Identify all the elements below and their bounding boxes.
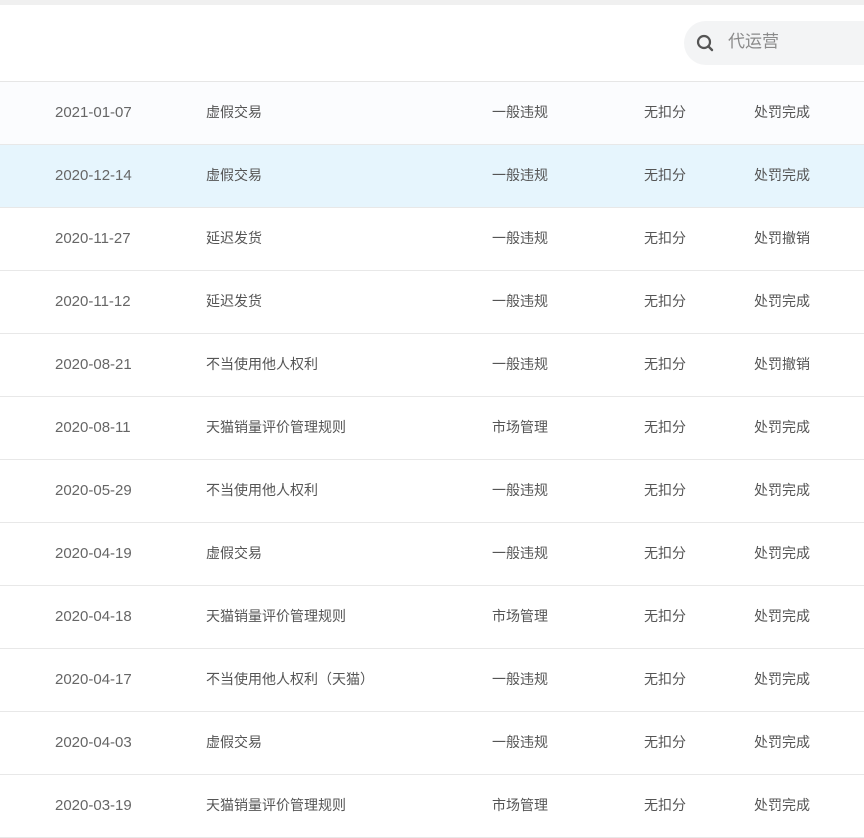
violation-reason: 虚假交易 bbox=[206, 735, 262, 751]
table-row[interactable]: 2020-11-12 延迟发货 一般违规 无扣分 处罚完成 bbox=[0, 271, 864, 334]
record-date: 2020-11-12 bbox=[55, 293, 131, 310]
violation-reason: 不当使用他人权利 bbox=[206, 483, 318, 499]
penalty-status: 处罚完成 bbox=[754, 735, 810, 751]
deduction-score: 无扣分 bbox=[644, 357, 686, 373]
deduction-score: 无扣分 bbox=[644, 420, 686, 436]
violation-type: 一般违规 bbox=[492, 672, 548, 688]
violation-reason: 虚假交易 bbox=[206, 546, 262, 562]
penalty-status: 处罚完成 bbox=[754, 105, 810, 121]
penalty-status: 处罚完成 bbox=[754, 672, 810, 688]
table-row[interactable]: 2020-08-11 天猫销量评价管理规则 市场管理 无扣分 处罚完成 bbox=[0, 397, 864, 460]
deduction-score: 无扣分 bbox=[644, 546, 686, 562]
search-input[interactable] bbox=[728, 30, 864, 54]
penalty-status: 处罚撤销 bbox=[754, 231, 810, 247]
deduction-score: 无扣分 bbox=[644, 609, 686, 625]
violation-type: 一般违规 bbox=[492, 735, 548, 751]
violation-reason: 虚假交易 bbox=[206, 168, 262, 184]
deduction-score: 无扣分 bbox=[644, 483, 686, 499]
table-row[interactable]: 2020-04-19 虚假交易 一般违规 无扣分 处罚完成 bbox=[0, 523, 864, 586]
deduction-score: 无扣分 bbox=[644, 672, 686, 688]
deduction-score: 无扣分 bbox=[644, 231, 686, 247]
table-row[interactable]: 2020-04-18 天猫销量评价管理规则 市场管理 无扣分 处罚完成 bbox=[0, 586, 864, 649]
record-date: 2020-03-19 bbox=[55, 797, 132, 814]
penalty-status: 处罚完成 bbox=[754, 168, 810, 184]
table-row[interactable]: 2021-01-07 虚假交易 一般违规 无扣分 处罚完成 bbox=[0, 82, 864, 145]
violation-type: 市场管理 bbox=[492, 609, 548, 625]
violation-type: 市场管理 bbox=[492, 798, 548, 814]
violation-type: 一般违规 bbox=[492, 105, 548, 121]
violation-type: 一般违规 bbox=[492, 294, 548, 310]
violation-reason: 不当使用他人权利 bbox=[206, 357, 318, 373]
table-header-bar bbox=[0, 5, 864, 82]
penalty-status: 处罚完成 bbox=[754, 420, 810, 436]
record-date: 2020-11-27 bbox=[55, 230, 131, 247]
table-row[interactable]: 2020-11-27 延迟发货 一般违规 无扣分 处罚撤销 bbox=[0, 208, 864, 271]
table-row[interactable]: 2020-03-19 天猫销量评价管理规则 市场管理 无扣分 处罚完成 bbox=[0, 775, 864, 838]
table-row[interactable]: 2020-04-03 虚假交易 一般违规 无扣分 处罚完成 bbox=[0, 712, 864, 775]
violation-reason: 天猫销量评价管理规则 bbox=[206, 609, 346, 625]
record-date: 2020-04-18 bbox=[55, 608, 132, 625]
violation-type: 一般违规 bbox=[492, 168, 548, 184]
table-row[interactable]: 2020-05-29 不当使用他人权利 一般违规 无扣分 处罚完成 bbox=[0, 460, 864, 523]
penalty-status: 处罚完成 bbox=[754, 294, 810, 310]
violation-reason: 天猫销量评价管理规则 bbox=[206, 798, 346, 814]
deduction-score: 无扣分 bbox=[644, 105, 686, 121]
record-date: 2020-04-17 bbox=[55, 671, 132, 688]
deduction-score: 无扣分 bbox=[644, 798, 686, 814]
record-date: 2020-04-03 bbox=[55, 734, 132, 751]
deduction-score: 无扣分 bbox=[644, 294, 686, 310]
violation-type: 一般违规 bbox=[492, 357, 548, 373]
table-row[interactable]: 2020-08-21 不当使用他人权利 一般违规 无扣分 处罚撤销 bbox=[0, 334, 864, 397]
violation-type: 市场管理 bbox=[492, 420, 548, 436]
violation-type: 一般违规 bbox=[492, 231, 548, 247]
record-date: 2020-08-21 bbox=[55, 356, 132, 373]
penalty-status: 处罚完成 bbox=[754, 798, 810, 814]
record-date: 2021-01-07 bbox=[55, 104, 132, 121]
record-date: 2020-08-11 bbox=[55, 419, 131, 436]
penalty-status: 处罚撤销 bbox=[754, 357, 810, 373]
record-date: 2020-12-14 bbox=[55, 167, 132, 184]
violation-reason: 虚假交易 bbox=[206, 105, 262, 121]
violation-type: 一般违规 bbox=[492, 546, 548, 562]
penalty-status: 处罚完成 bbox=[754, 483, 810, 499]
violation-reason: 不当使用他人权利（天猫） bbox=[206, 672, 374, 688]
deduction-score: 无扣分 bbox=[644, 735, 686, 751]
search-icon[interactable] bbox=[696, 34, 714, 52]
record-date: 2020-04-19 bbox=[55, 545, 132, 562]
table-row[interactable]: 2020-04-17 不当使用他人权利（天猫） 一般违规 无扣分 处罚完成 bbox=[0, 649, 864, 712]
record-date: 2020-05-29 bbox=[55, 482, 132, 499]
penalty-status: 处罚完成 bbox=[754, 546, 810, 562]
violation-reason: 天猫销量评价管理规则 bbox=[206, 420, 346, 436]
penalty-status: 处罚完成 bbox=[754, 609, 810, 625]
penalty-record-table: 2021-01-07 虚假交易 一般违规 无扣分 处罚完成 2020-12-14 虚假交易一… bbox=[0, 82, 864, 838]
table-row[interactable]: 2020-12-14 虚假交易 一般违规 无扣分 处罚完成 bbox=[0, 145, 864, 208]
violation-type: 一般违规 bbox=[492, 483, 548, 499]
violation-reason: 延迟发货 bbox=[206, 231, 262, 247]
deduction-score: 无扣分 bbox=[644, 168, 686, 184]
search-box[interactable] bbox=[684, 21, 864, 65]
violation-reason: 延迟发货 bbox=[206, 294, 262, 310]
